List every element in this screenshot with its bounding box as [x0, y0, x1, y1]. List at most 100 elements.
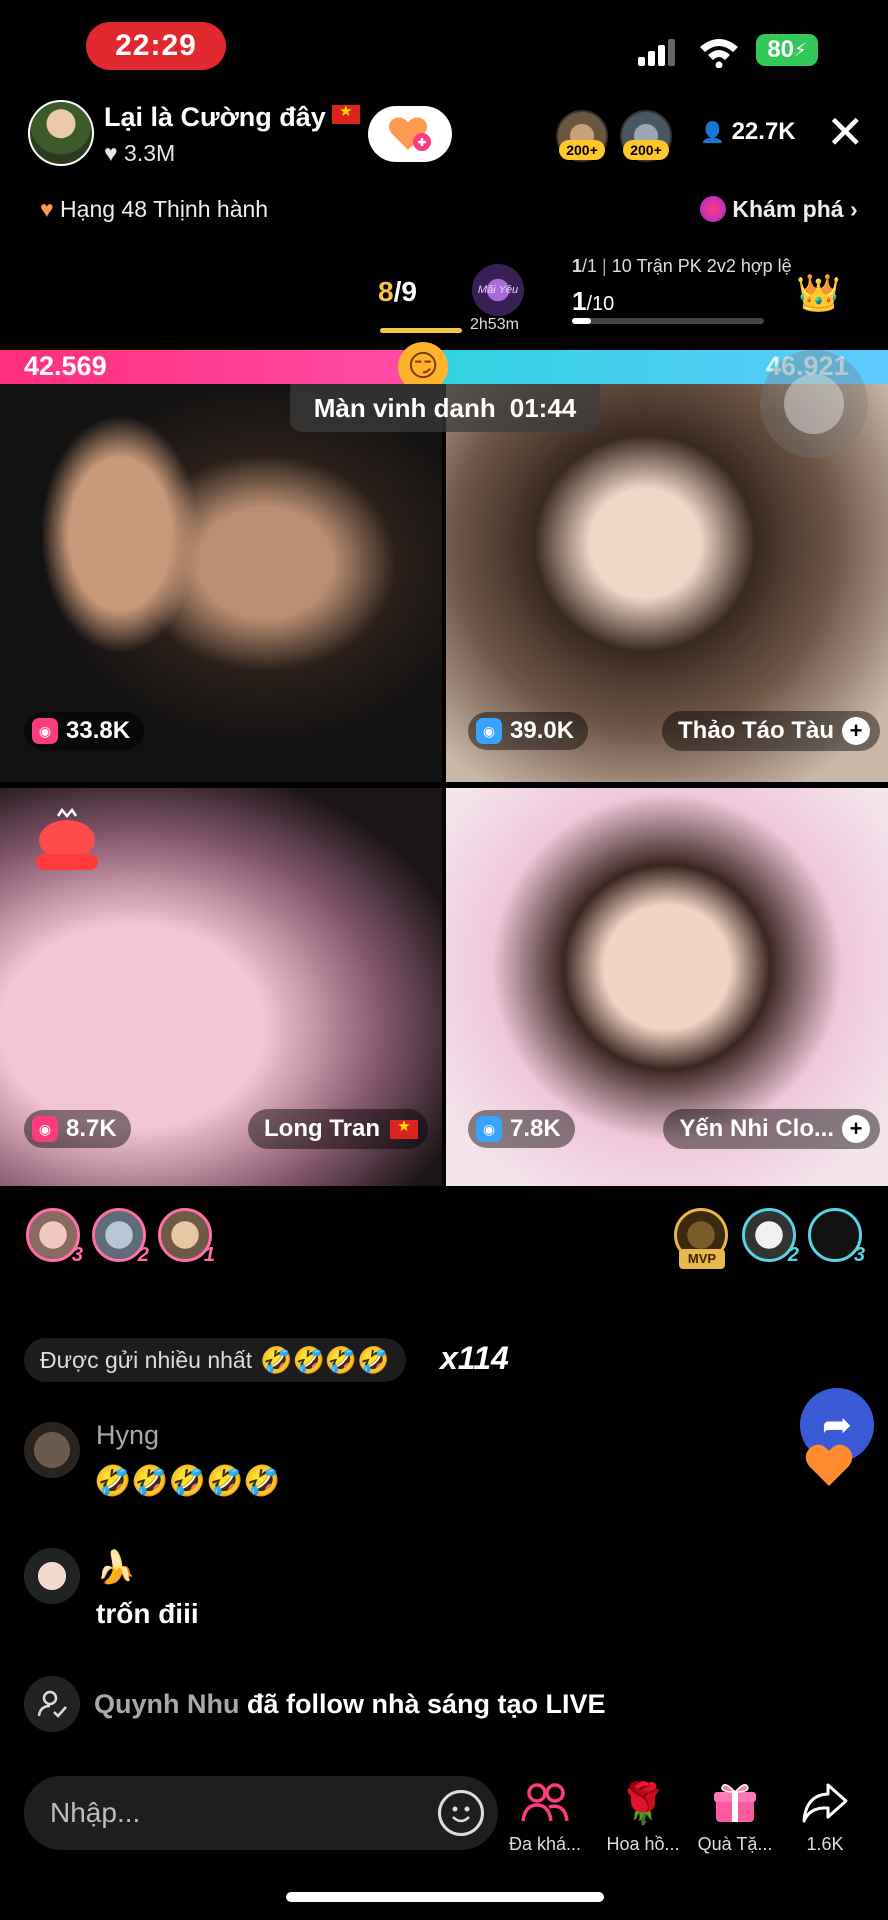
crown-icon[interactable]: 👑 [796, 272, 841, 314]
contributor-left-3[interactable]: 1 [158, 1208, 215, 1266]
chat-message: 🤣🤣🤣🤣🤣 [94, 1465, 281, 1498]
tile-name-badge[interactable]: Yến Nhi Clo... + [663, 1109, 880, 1149]
tile-name-badge[interactable]: Thảo Táo Tàu + [662, 711, 880, 751]
contributor-left-1[interactable]: 3 [26, 1208, 83, 1266]
pk-progress-total: /10 [586, 293, 615, 315]
rose-icon: 🌹 [618, 1781, 668, 1826]
tile-name: Long Tran [264, 1115, 380, 1142]
explore-label: Khám phá [732, 196, 844, 222]
close-icon[interactable]: ✕ [826, 109, 865, 155]
contributor-right-2[interactable]: 2 [742, 1208, 799, 1266]
rank-label: Hạng 48 Thịnh hành [60, 196, 269, 222]
contributor-rank: 3 [71, 1244, 83, 1266]
pk-progress-bar [572, 318, 764, 324]
tile-points: 33.8K [66, 717, 131, 744]
pk-boss-avatar[interactable]: Mãi Yêu [472, 264, 524, 316]
home-indicator[interactable] [286, 1892, 604, 1902]
pk-progress-text: 1/10 [572, 286, 614, 317]
comment-input[interactable]: Nhập... [24, 1776, 498, 1850]
vietnam-flag-icon [390, 1117, 418, 1139]
comment-placeholder: Nhập... [50, 1797, 141, 1828]
explore-planet-icon [700, 196, 726, 222]
pk-mission-line[interactable]: 1/1 | 10 Trận PK 2v2 hợp lệ [572, 256, 792, 277]
video-tile-1[interactable]: ◉ 33.8K [0, 384, 442, 782]
action-label: Hoa hồ... [606, 1834, 680, 1854]
rank-bubble-icon[interactable] [32, 808, 102, 874]
tile-points: 7.8K [510, 1115, 561, 1142]
host-likes-count: 3.3M [124, 140, 176, 166]
action-label: Quà Tặ... [697, 1834, 773, 1854]
chat-username[interactable]: Hyng [96, 1420, 159, 1451]
floating-assistive-button[interactable] [760, 350, 868, 458]
follow-text: đã follow nhà sáng tạo LIVE [247, 1688, 606, 1719]
contributor-right-3[interactable]: 3 [808, 1208, 865, 1266]
round-total: /9 [393, 276, 417, 307]
contributor-rank: 1 [203, 1244, 215, 1266]
most-sent-emojis: 🤣🤣🤣🤣 [260, 1344, 390, 1375]
floating-button-inner [784, 374, 844, 434]
heart-icon: ♥ [104, 140, 118, 166]
contributor-rank: 2 [137, 1244, 149, 1266]
round-counter[interactable]: 8/9 [378, 276, 417, 308]
person-icon: 👤 [700, 122, 725, 144]
camera-icon: ◉ [476, 1116, 502, 1142]
person-check-icon [24, 1676, 80, 1732]
plus-icon[interactable]: + [842, 717, 870, 745]
share-arrow-icon: ➦ [821, 1404, 853, 1445]
contributor-left-2[interactable]: 2 [92, 1208, 149, 1266]
tile-points: 39.0K [510, 717, 575, 744]
action-label: Đa khá... [508, 1834, 582, 1854]
pk-boss-label: Mãi Yêu [477, 284, 519, 296]
pk-boss-timer: 2h53m [470, 316, 519, 333]
host-avatar[interactable] [28, 100, 94, 166]
explore-link[interactable]: Khám phá › [700, 196, 858, 223]
top-viewer-tag-1: 200+ [559, 140, 605, 160]
floating-heart-icon [805, 1444, 853, 1486]
status-time: 22:29 [86, 22, 226, 70]
wifi-icon [700, 39, 738, 68]
follow-notification: Quynh Nhu đã follow nhà sáng tạo LIVE [24, 1676, 606, 1732]
banana-icon: 🍌 [96, 1549, 136, 1585]
people-icon [500, 1778, 590, 1828]
chat-avatar[interactable] [24, 1548, 80, 1604]
tile-points-badge: ◉ 7.8K [468, 1110, 575, 1148]
chat-avatar[interactable] [24, 1422, 80, 1478]
chat-message: trốn điii [96, 1598, 199, 1629]
tile-points-badge: ◉ 39.0K [468, 712, 589, 750]
share-button[interactable]: 1.6K [780, 1778, 870, 1855]
battery-indicator: 80 ⚡ [756, 34, 818, 66]
camera-icon: ◉ [32, 718, 58, 744]
trending-rank[interactable]: ♥ Hạng 48 Thịnh hành [40, 196, 268, 223]
most-sent-count: x114 [440, 1340, 509, 1376]
host-name[interactable]: Lại là Cường đây [104, 102, 360, 133]
honor-label: Màn vinh danh [313, 392, 496, 423]
pk-progress-current: 1 [572, 286, 587, 316]
pk-mission-count: 1 [572, 256, 583, 276]
plus-icon[interactable]: + [842, 1115, 870, 1143]
rose-gift-button[interactable]: 🌹 Hoa hồ... [598, 1778, 688, 1855]
host-name-text: Lại là Cường đây [104, 102, 326, 132]
viewer-count[interactable]: 👤 22.7K [700, 118, 796, 146]
video-tile-4[interactable]: ◉ 7.8K Yến Nhi Clo... + [446, 788, 888, 1186]
camera-icon: ◉ [476, 718, 502, 744]
most-sent-label: Được gửi nhiều nhất [40, 1346, 253, 1373]
heart-plus-icon [389, 117, 431, 151]
follow-username: Quynh Nhu [94, 1688, 240, 1719]
emoji-icon[interactable] [438, 1790, 484, 1836]
gift-button[interactable]: Quà Tặ... [690, 1778, 780, 1855]
mvp-tag: MVP [679, 1249, 725, 1269]
multi-guest-button[interactable]: Đa khá... [500, 1778, 590, 1855]
chevron-right-icon: › [849, 196, 858, 222]
contributor-rank: 3 [853, 1244, 865, 1266]
follow-button[interactable] [368, 106, 452, 162]
tile-name: Yến Nhi Clo... [679, 1115, 834, 1142]
top-viewer-tag-2: 200+ [623, 140, 669, 160]
tile-points-badge: ◉ 33.8K [24, 712, 145, 750]
raised-hand-shape [40, 414, 200, 654]
tile-name-badge[interactable]: Long Tran [248, 1109, 428, 1149]
tile-points: 8.7K [66, 1115, 117, 1142]
honor-timer: 01:44 [509, 392, 577, 423]
contributor-right-mvp[interactable]: MVP [674, 1208, 728, 1269]
charging-icon: ⚡ [794, 39, 807, 60]
pk-mission-total: /1 [582, 256, 598, 276]
